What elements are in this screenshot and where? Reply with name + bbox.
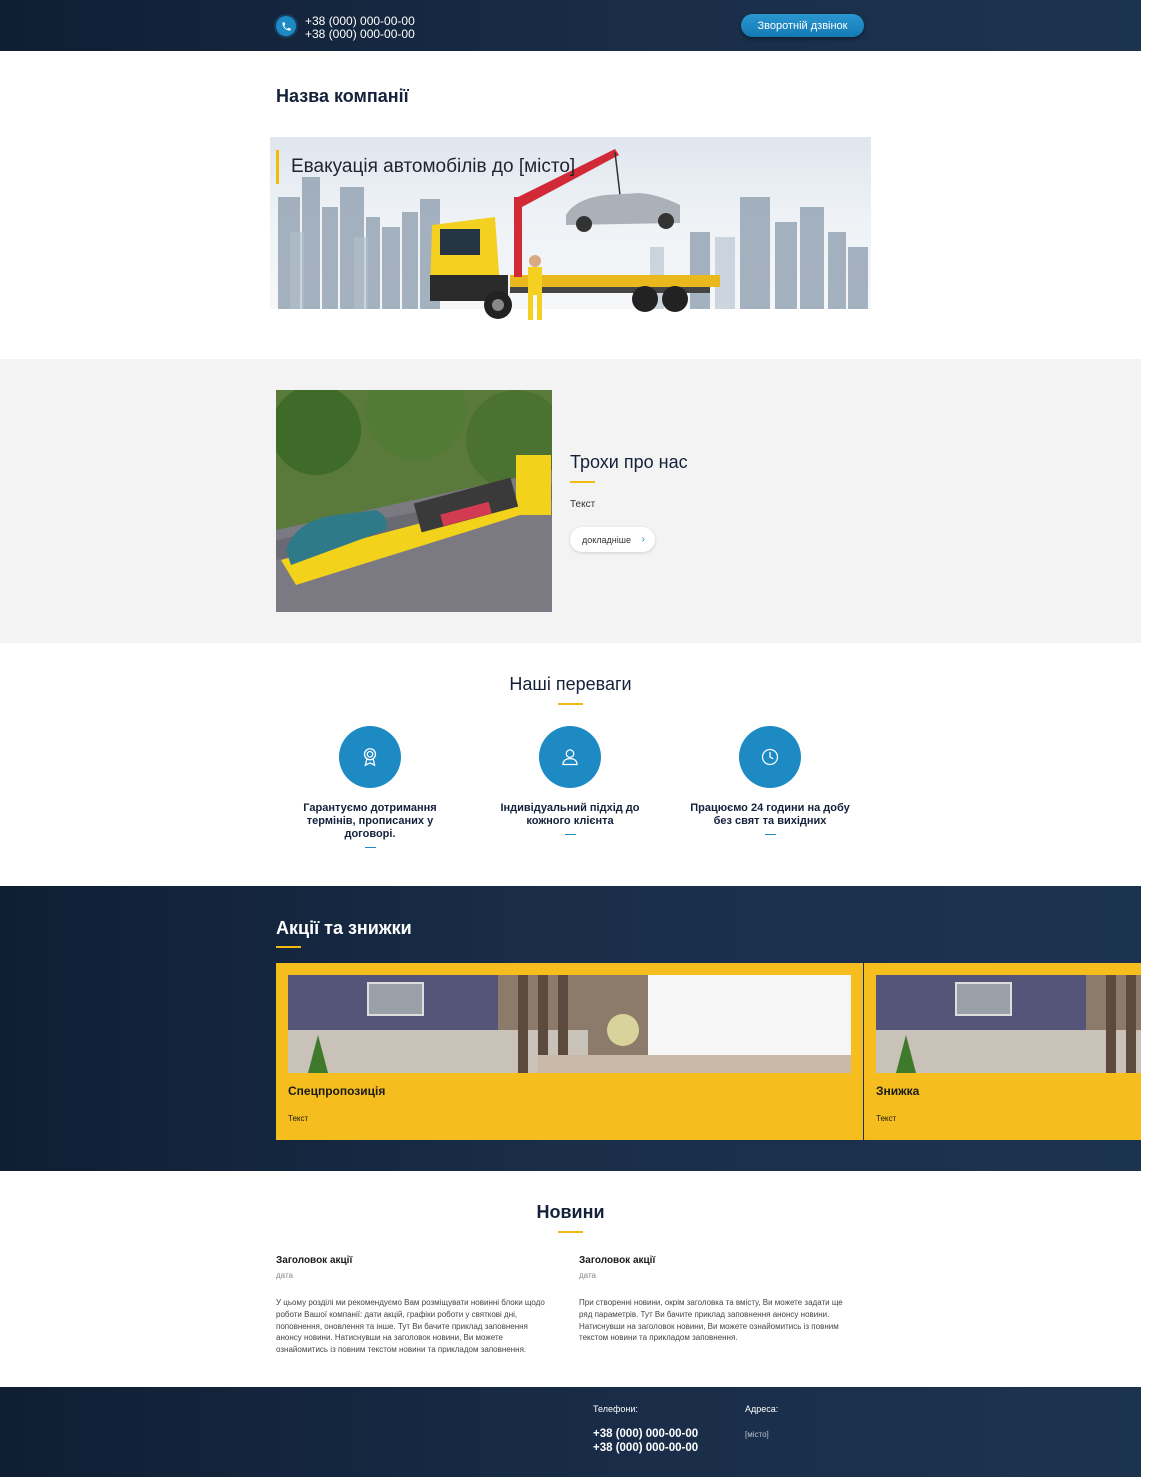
advantages-divider	[558, 703, 583, 705]
footer: Телефони: +38 (000) 000-00-00 +38 (000) …	[0, 1387, 1141, 1477]
about-title: Трохи про нас	[570, 452, 688, 472]
advantage-underline	[364, 847, 376, 848]
interior-photo	[876, 975, 1141, 1073]
advantage-text: Працюємо 24 години на добу без свят та в…	[690, 802, 850, 827]
promo-card[interactable]: Знижка Текст	[864, 963, 1141, 1140]
news-item-title[interactable]: Заголовок акції	[276, 1255, 551, 1266]
promo-card[interactable]: Спецпропозиція Текст	[276, 963, 863, 1140]
footer-address: [місто]	[745, 1430, 769, 1439]
promotions-section: Акції та знижки Спецпропозиція Текст Зни…	[0, 886, 1141, 1171]
advantage-underline	[564, 834, 576, 835]
about-photo	[276, 390, 552, 612]
company-name[interactable]: Назва компанії	[276, 86, 409, 107]
award-icon	[339, 726, 401, 788]
promo-card-title: Знижка	[876, 1084, 920, 1098]
advantage-item: Гарантуємо дотримання термінів, прописан…	[275, 726, 465, 848]
news-date: дата	[276, 1271, 293, 1280]
clock-icon	[739, 726, 801, 788]
header-phone-2[interactable]: +38 (000) 000-00-00	[305, 28, 415, 41]
advantage-text: Індивідуальний підхід до кожного клієнта	[500, 802, 640, 827]
phone-icon	[276, 16, 296, 36]
more-button-label: докладніше	[582, 534, 631, 545]
promotions-title: Акції та знижки	[276, 918, 412, 938]
advantages-title: Наші переваги	[509, 674, 632, 694]
news-item: Заголовок акції дата При створенні новин…	[579, 1255, 854, 1344]
promo-card-image	[876, 975, 1141, 1073]
promo-card-image	[288, 975, 851, 1073]
tow-truck-photo	[276, 390, 552, 612]
promo-card-text: Текст	[876, 1114, 897, 1123]
header-phones: +38 (000) 000-00-00 +38 (000) 000-00-00	[305, 15, 415, 41]
news-title: Новини	[536, 1202, 605, 1222]
about-divider	[570, 481, 595, 483]
footer-address-label: Адреса:	[745, 1404, 779, 1414]
news-item-title[interactable]: Заголовок акції	[579, 1255, 854, 1266]
promo-card-text: Текст	[288, 1114, 309, 1123]
about-section: Трохи про нас Текст докладніше ›	[0, 359, 1141, 643]
advantage-item: Працюємо 24 години на добу без свят та в…	[675, 726, 865, 835]
footer-phones: +38 (000) 000-00-00 +38 (000) 000-00-00	[593, 1427, 698, 1455]
user-icon	[539, 726, 601, 788]
chevron-right-icon: ›	[641, 534, 645, 545]
footer-phone-2[interactable]: +38 (000) 000-00-00	[593, 1441, 698, 1455]
promo-card-title: Спецпропозиція	[288, 1084, 386, 1098]
footer-phones-label: Телефони:	[593, 1404, 638, 1414]
page: +38 (000) 000-00-00 +38 (000) 000-00-00 …	[0, 0, 1141, 1477]
hero-banner: Евакуація автомобілів до [місто]	[270, 137, 871, 320]
interior-photo	[288, 975, 851, 1073]
callback-button[interactable]: Зворотній дзвінок	[741, 14, 864, 37]
news-text: У цьому розділі ми рекомендуємо Вам розм…	[276, 1298, 545, 1355]
more-button[interactable]: докладніше ›	[570, 527, 655, 552]
news-item: Заголовок акції дата У цьому розділі ми …	[276, 1255, 551, 1356]
news-divider	[558, 1231, 583, 1233]
advantage-underline	[764, 834, 776, 835]
advantage-item: Індивідуальний підхід до кожного клієнта	[475, 726, 665, 835]
advantage-text: Гарантуємо дотримання термінів, прописан…	[303, 802, 437, 840]
hero-title: Евакуація автомобілів до [місто]	[276, 150, 575, 184]
news-date: дата	[579, 1271, 596, 1280]
footer-phone-1[interactable]: +38 (000) 000-00-00	[593, 1427, 698, 1441]
news-text: При створенні новини, окрім заголовка та…	[579, 1298, 843, 1343]
promotions-divider	[276, 946, 301, 948]
about-text: Текст	[570, 499, 596, 510]
top-bar: +38 (000) 000-00-00 +38 (000) 000-00-00 …	[0, 0, 1141, 51]
